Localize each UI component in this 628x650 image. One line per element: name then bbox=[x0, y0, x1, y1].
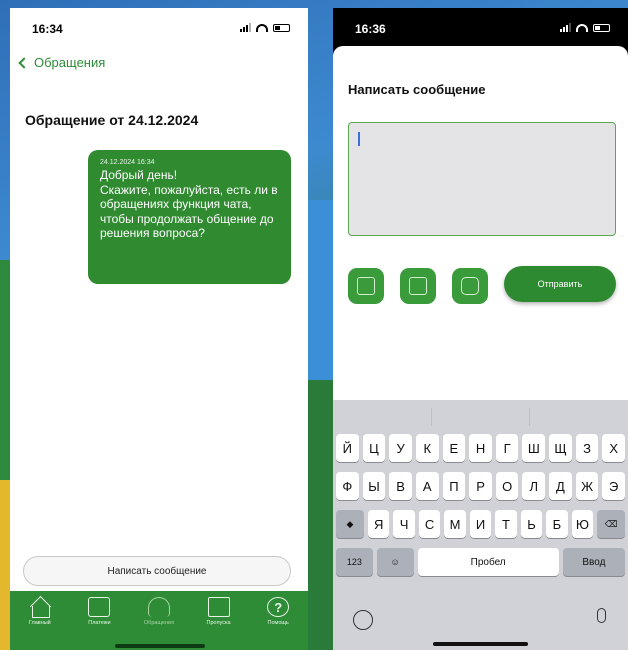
signal-icon bbox=[240, 23, 251, 32]
key[interactable]: Ю bbox=[571, 510, 594, 538]
key[interactable]: Й bbox=[336, 434, 359, 462]
message-timestamp: 24.12.2024 16:34 bbox=[100, 159, 155, 166]
status-bar: 16:36 bbox=[333, 8, 628, 46]
emoji-icon: ☺ bbox=[390, 557, 400, 567]
message-bubble: 24.12.2024 16:34 Добрый день! Скажите, п… bbox=[88, 150, 291, 284]
status-bar: 16:34 bbox=[10, 8, 308, 46]
key[interactable]: Я bbox=[367, 510, 390, 538]
key[interactable]: В bbox=[389, 472, 412, 500]
tab-bar: Главный Платежи Обращения Пропуска ? Пом… bbox=[10, 591, 308, 650]
wallet-icon bbox=[88, 597, 111, 617]
tab-label: Главный bbox=[28, 620, 51, 626]
pass-icon bbox=[207, 597, 230, 617]
return-key[interactable]: Ввод bbox=[562, 548, 626, 576]
key[interactable]: С bbox=[418, 510, 441, 538]
key[interactable]: Ж bbox=[575, 472, 599, 500]
key[interactable]: М bbox=[444, 510, 466, 538]
page-title: Обращение от 24.12.2024 bbox=[25, 112, 199, 128]
numbers-key[interactable]: 123 bbox=[336, 548, 373, 576]
key[interactable]: Ф bbox=[336, 472, 359, 500]
key[interactable]: Е bbox=[442, 434, 466, 462]
key[interactable]: О bbox=[495, 472, 519, 500]
shift-key[interactable]: ◆ bbox=[336, 510, 364, 538]
tab-passes[interactable]: Пропуска bbox=[192, 597, 246, 650]
key[interactable]: З bbox=[575, 434, 599, 462]
key[interactable]: А bbox=[415, 472, 439, 500]
key[interactable]: Г bbox=[495, 434, 519, 462]
battery-icon bbox=[593, 23, 610, 32]
tab-help[interactable]: ? Помощь bbox=[251, 597, 305, 650]
keyboard-row-3: ◆ Я Ч С М И Т Ь Б Ю ⌫ bbox=[336, 510, 626, 538]
suggestion-bar bbox=[333, 400, 628, 434]
status-time: 16:36 bbox=[355, 22, 386, 36]
status-icons bbox=[560, 23, 610, 32]
tab-requests[interactable]: Обращения bbox=[132, 597, 186, 650]
send-button[interactable]: Отправить bbox=[504, 266, 616, 302]
tab-label: Пропуска bbox=[206, 620, 231, 626]
chat-screen: 16:34 Обращения Обращение от 24.12.2024 … bbox=[10, 8, 308, 650]
key[interactable]: Ц bbox=[362, 434, 386, 462]
emoji-key[interactable]: ☺ bbox=[376, 548, 414, 576]
keyboard-bottom-bar bbox=[333, 602, 628, 650]
home-icon bbox=[29, 597, 51, 618]
message-input[interactable] bbox=[348, 122, 616, 236]
tab-label: Обращения bbox=[143, 620, 175, 626]
key[interactable]: К bbox=[415, 434, 439, 462]
wifi-icon bbox=[576, 23, 588, 32]
status-icons bbox=[240, 23, 290, 32]
key[interactable]: Ы bbox=[362, 472, 386, 500]
space-key[interactable]: Пробел bbox=[417, 548, 559, 576]
add-file-icon bbox=[357, 277, 375, 295]
shift-icon: ◆ bbox=[346, 518, 354, 529]
headset-icon bbox=[147, 597, 170, 617]
add-file-button[interactable] bbox=[348, 268, 384, 304]
key[interactable]: Э bbox=[602, 472, 626, 500]
write-message-button[interactable]: Написать сообщение bbox=[23, 556, 291, 586]
key[interactable]: Н bbox=[469, 434, 492, 462]
gallery-icon bbox=[409, 277, 427, 295]
message-text: Добрый день! Скажите, пожалуйста, есть л… bbox=[100, 168, 278, 240]
camera-icon bbox=[461, 277, 479, 295]
backspace-icon: ⌫ bbox=[604, 518, 618, 529]
tab-label: Помощь bbox=[267, 620, 289, 626]
text-caret bbox=[358, 132, 360, 146]
sheet-title: Написать сообщение bbox=[348, 82, 486, 97]
status-time: 16:34 bbox=[32, 22, 63, 36]
back-label: Обращения bbox=[34, 55, 106, 70]
gallery-button[interactable] bbox=[400, 268, 436, 304]
backspace-key[interactable]: ⌫ bbox=[597, 510, 626, 538]
globe-icon[interactable] bbox=[353, 610, 373, 630]
key[interactable]: Т bbox=[495, 510, 517, 538]
battery-icon bbox=[273, 23, 290, 32]
chevron-left-icon bbox=[18, 56, 30, 69]
key[interactable]: Б bbox=[546, 510, 568, 538]
key[interactable]: Р bbox=[469, 472, 492, 500]
key[interactable]: Л bbox=[522, 472, 546, 500]
key[interactable]: Ч bbox=[393, 510, 415, 538]
key[interactable]: Ш bbox=[522, 434, 546, 462]
back-button[interactable]: Обращения bbox=[18, 55, 105, 70]
home-indicator bbox=[433, 642, 528, 646]
tab-home[interactable]: Главный bbox=[13, 597, 67, 650]
key[interactable]: Ь bbox=[520, 510, 543, 538]
key[interactable]: Х bbox=[602, 434, 626, 462]
key[interactable]: И bbox=[469, 510, 492, 538]
key[interactable]: Д bbox=[549, 472, 572, 500]
keyboard: Й Ц У К Е Н Г Ш Щ З Х Ф Ы В А П Р О Л Д … bbox=[333, 400, 628, 650]
signal-icon bbox=[560, 23, 571, 32]
tab-payments[interactable]: Платежи bbox=[72, 597, 126, 650]
tab-label: Платежи bbox=[88, 620, 111, 626]
key[interactable]: У bbox=[389, 434, 412, 462]
microphone-icon[interactable] bbox=[597, 608, 606, 623]
wifi-icon bbox=[256, 23, 268, 32]
compose-screen: 16:36 Написать сообщение Отправить Й Ц У… bbox=[333, 8, 628, 650]
keyboard-row-2: Ф Ы В А П Р О Л Д Ж Э bbox=[336, 472, 626, 500]
keyboard-row-1: Й Ц У К Е Н Г Ш Щ З Х bbox=[336, 434, 626, 462]
camera-button[interactable] bbox=[452, 268, 488, 304]
keyboard-row-4: 123 ☺ Пробел Ввод bbox=[336, 548, 626, 576]
home-indicator bbox=[115, 644, 205, 648]
key[interactable]: Щ bbox=[549, 434, 572, 462]
key[interactable]: П bbox=[442, 472, 466, 500]
help-icon: ? bbox=[267, 597, 290, 617]
